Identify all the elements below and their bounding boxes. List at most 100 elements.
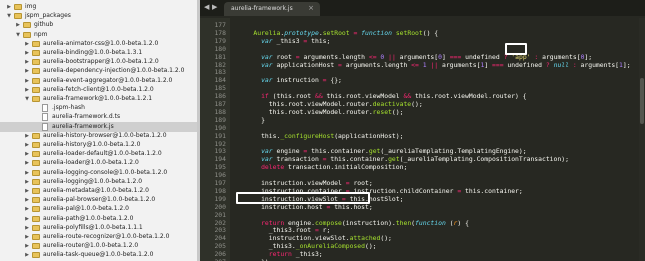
line-number: 184 (214, 76, 226, 85)
code-line: _this3._onAureliaComposed(); (238, 242, 377, 250)
scrollbar-thumb[interactable] (640, 78, 644, 124)
code-token: <= (368, 52, 381, 61)
folder-icon (32, 68, 40, 75)
code-token: () { (422, 28, 439, 37)
line-number: 186 (214, 92, 226, 101)
code-line: var instruction = {}; (238, 76, 342, 84)
line-number: 179 (214, 36, 226, 45)
tab-aurelia-framework-js[interactable]: aurelia-framework.js × (224, 2, 320, 16)
code-token: instruction.viewModel (238, 179, 346, 187)
code-token: && (314, 92, 327, 101)
code-token: reset (372, 107, 392, 116)
code-token: this.container. (311, 147, 369, 156)
folder-icon (23, 31, 31, 38)
tree-folder-item[interactable]: ▶ aurelia-task-queue@1.0.0-beta.1.2.0 (0, 250, 197, 260)
folder-icon (32, 252, 40, 259)
code-token: this.root.viewModel.router. (238, 107, 373, 116)
code-token: <= (411, 60, 423, 69)
line-number: 200 (214, 202, 226, 211)
code-editor: ◀ ▶ aurelia-framework.js × 177 178 179 180 1… (200, 0, 645, 261)
file-icon (42, 104, 48, 113)
line-number: 188 (214, 107, 226, 116)
code-token: root (276, 52, 296, 61)
code-token: (_aureliaTemplating.TemplatingEngine); (380, 147, 527, 156)
code-line: Aurelia.prototype.setRoot = function set… (238, 29, 438, 37)
code-token: this.root.viewModel.router. (238, 100, 373, 108)
code-token: transaction (276, 155, 323, 164)
code-line: var transaction = this.container.get(_au… (238, 155, 569, 163)
code-token: arguments.length (345, 60, 412, 69)
code-token: _this3. (238, 242, 296, 251)
code-token: delete (238, 163, 289, 172)
code-token: var (238, 52, 277, 61)
code-token: || (430, 60, 442, 69)
code-token: (); (411, 100, 423, 108)
line-number: 182 (214, 60, 226, 69)
chevron-right-icon[interactable]: ▶ (24, 250, 30, 260)
code-token: 0 (380, 52, 389, 61)
code-token: = (303, 36, 312, 45)
code-token: _onAureliaComposed (295, 242, 365, 251)
folder-icon (23, 22, 31, 29)
code-token: then (395, 218, 412, 227)
code-token: this.container. (330, 155, 389, 164)
code-token: (applicationHost); (334, 131, 404, 140)
tab-label: aurelia-framework.js (231, 5, 293, 12)
code-token: = (303, 147, 312, 156)
code-token: _configureHost (280, 131, 335, 140)
code-token: arguments[ (580, 60, 620, 69)
code-token: root; (353, 179, 373, 187)
line-number: 192 (214, 139, 226, 148)
highlight-box-viewmodel (236, 192, 370, 204)
line-number: 205 (214, 242, 226, 251)
vertical-scrollbar[interactable] (639, 18, 645, 261)
code-token: applicationHost (276, 60, 339, 69)
code-token: _this3.root (238, 226, 315, 235)
code-token: : (572, 60, 581, 69)
folder-icon (32, 215, 40, 222)
folder-icon (32, 188, 40, 194)
code-token: (); (380, 234, 392, 243)
line-number: 190 (214, 123, 226, 132)
code-token: if (238, 92, 273, 101)
code-token: arguments.length (303, 52, 369, 61)
folder-icon (32, 77, 40, 84)
tab-nav-right-icon[interactable]: ▶ (212, 3, 217, 11)
code-token: prototype (284, 28, 319, 37)
code-line: return _this3; (238, 250, 323, 258)
file-icon (42, 113, 48, 122)
line-number: 189 (214, 115, 226, 124)
code-token: = (457, 186, 466, 195)
line-number: 183 (214, 68, 226, 77)
code-token: ]; (622, 60, 631, 69)
code-token: = (349, 28, 362, 37)
line-number: 197 (214, 179, 226, 187)
code-token: Aurelia (238, 28, 281, 37)
code-line: var _this3 = this; (238, 37, 330, 45)
line-number: 201 (214, 210, 226, 219)
code-token: ] (484, 60, 493, 69)
code-line: var applicationHost = arguments.length <… (238, 61, 631, 69)
line-number-gutter: 177 178 179 180 181 182 183 184 185 186 187 188 189 1… (200, 18, 230, 261)
tab-nav-left-icon[interactable]: ◀ (204, 3, 209, 11)
line-number: 202 (214, 218, 226, 227)
code-token: (this.root (272, 92, 315, 101)
close-icon[interactable]: × (308, 4, 314, 12)
code-token: this.root.viewModel.router) { (415, 92, 527, 101)
code-line: } (238, 116, 265, 124)
line-number: 193 (214, 147, 226, 156)
code-token: === (492, 60, 508, 69)
line-number: 206 (214, 250, 226, 259)
line-number: 203 (214, 226, 226, 235)
line-number: 181 (214, 52, 226, 61)
code-token: r; (322, 226, 331, 235)
code-token: } (238, 115, 265, 124)
code-token: get (388, 155, 400, 164)
folder-icon (32, 151, 40, 158)
code-token: var (238, 76, 277, 85)
line-number: 204 (214, 234, 226, 243)
line-number: 178 (214, 28, 226, 37)
code-token: setRoot (395, 28, 423, 37)
code-line: instruction.viewSlot.attached(); (238, 234, 392, 242)
line-number: 195 (214, 163, 226, 172)
